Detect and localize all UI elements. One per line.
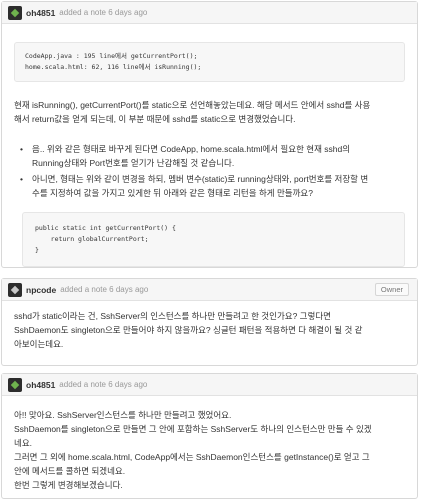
note-body: sshd가 static이라는 건, SshServer의 인스턴스를 하나만 … bbox=[2, 301, 417, 361]
note-paragraph: 아!! 맞아요. SshServer인스턴스를 하나만 만들려고 했었어요. S… bbox=[14, 408, 405, 492]
note-body: 아!! 맞아요. SshServer인스턴스를 하나만 만들려고 했었어요. S… bbox=[2, 396, 417, 502]
text-line: 수를 지정하여 값을 가지고 있게한 뒤 아래와 같은 형태로 리턴을 하게 만… bbox=[32, 188, 313, 198]
text-line: 해서 return값을 얻게 되는데, 이 부분 때문에 sshd를 stati… bbox=[14, 114, 296, 124]
code-block: public static int getCurrentPort() { ret… bbox=[22, 212, 405, 267]
text-line: SshDaemon도 singleton으로 만들어야 하지 않을까요? 싱글턴… bbox=[14, 325, 363, 335]
text-line: SshDaemon를 singleton으로 만들면 그 안에 포함하는 Ssh… bbox=[14, 424, 372, 434]
code-block: CodeApp.java : 195 line에서 getCurrentPort… bbox=[14, 42, 405, 82]
text-line: 한번 그렇게 변경해보겠습니다. bbox=[14, 480, 123, 490]
text-line: Running상태와 Port번호를 얻기가 난감해질 것 같습니다. bbox=[32, 158, 235, 168]
owner-badge: Owner bbox=[374, 283, 409, 296]
note-card: npcode added a note 6 days ago Owner ssh… bbox=[1, 278, 418, 366]
text-line: 아보이는데요. bbox=[14, 339, 64, 349]
text-line: 네요. bbox=[14, 438, 33, 448]
text-line: 음.. 위와 같은 형태로 바꾸게 된다면 CodeApp, home.scal… bbox=[32, 144, 351, 154]
code-line: home.scala.html: 62, 116 line에서 isRunnin… bbox=[25, 63, 202, 71]
note-timestamp: added a note 6 days ago bbox=[59, 380, 148, 389]
list-item: 음.. 위와 같은 형태로 바꾸게 된다면 CodeApp, home.scal… bbox=[20, 142, 405, 170]
text-line: 아니면, 형태는 위와 같이 변경을 하되, 멤버 변수(static)로 ru… bbox=[32, 174, 369, 184]
note-body: CodeApp.java : 195 line에서 getCurrentPort… bbox=[2, 24, 417, 277]
note-paragraph: 현재 isRunning(), getCurrentPort()를 static… bbox=[14, 98, 405, 126]
author-name[interactable]: oh4851 bbox=[26, 8, 55, 18]
code-line: public static int getCurrentPort() { bbox=[35, 224, 176, 232]
text-line: sshd가 static이라는 건, SshServer의 인스턴스를 하나만 … bbox=[14, 311, 331, 321]
note-timestamp: added a note 6 days ago bbox=[60, 285, 149, 294]
note-paragraph: sshd가 static이라는 건, SshServer의 인스턴스를 하나만 … bbox=[14, 309, 405, 351]
note-card: oh4851 added a note 6 days ago 아!! 맞아요. … bbox=[1, 373, 418, 499]
author-name[interactable]: oh4851 bbox=[26, 380, 55, 390]
list-item: 아니면, 형태는 위와 같이 변경을 하되, 멤버 변수(static)로 ru… bbox=[20, 172, 405, 200]
bullet-list: 음.. 위와 같은 형태로 바꾸게 된다면 CodeApp, home.scal… bbox=[20, 142, 405, 200]
avatar[interactable] bbox=[8, 282, 22, 297]
avatar[interactable] bbox=[8, 377, 22, 392]
note-header: oh4851 added a note 6 days ago bbox=[2, 374, 417, 396]
text-line: 그러면 그 외에 home.scala.html, CodeApp에서는 Ssh… bbox=[14, 452, 370, 462]
note-header: npcode added a note 6 days ago Owner bbox=[2, 279, 417, 301]
text-line: 안에 메서드를 콜하면 되겠네요. bbox=[14, 466, 126, 476]
note-timestamp: added a note 6 days ago bbox=[59, 8, 148, 17]
text-line: 현재 isRunning(), getCurrentPort()를 static… bbox=[14, 100, 371, 110]
code-line: } bbox=[35, 246, 39, 254]
avatar[interactable] bbox=[8, 5, 22, 20]
author-name[interactable]: npcode bbox=[26, 285, 56, 295]
note-card: oh4851 added a note 6 days ago CodeApp.j… bbox=[1, 1, 418, 268]
code-line: return globalCurrentPort; bbox=[35, 235, 149, 243]
code-line: CodeApp.java : 195 line에서 getCurrentPort… bbox=[25, 52, 198, 60]
text-line: 아!! 맞아요. SshServer인스턴스를 하나만 만들려고 했었어요. bbox=[14, 410, 232, 420]
note-header: oh4851 added a note 6 days ago bbox=[2, 2, 417, 24]
